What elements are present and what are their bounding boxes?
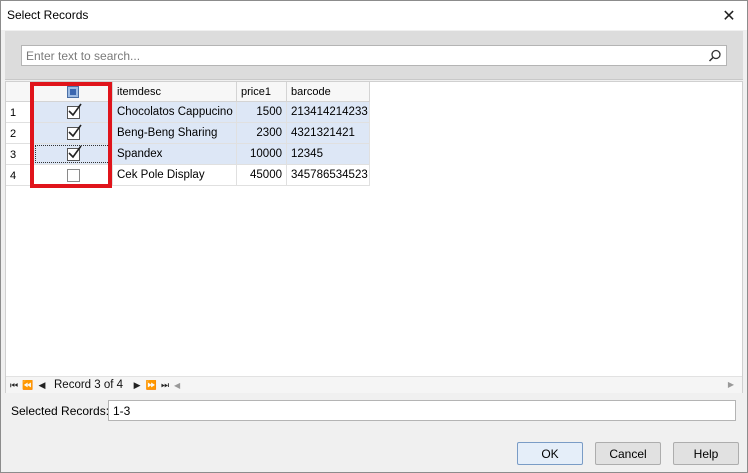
row-checkbox-cell[interactable] bbox=[34, 102, 113, 122]
row-checkbox[interactable] bbox=[66, 168, 80, 182]
row-checkbox-cell[interactable] bbox=[34, 144, 113, 164]
selected-records-field[interactable]: 1-3 bbox=[108, 400, 736, 421]
search-panel bbox=[5, 31, 743, 80]
records-grid: itemdesc price1 barcode 1 Chocolatos Cap… bbox=[5, 81, 743, 393]
record-position: Record 3 of 4 bbox=[54, 379, 124, 391]
window-title: Select Records bbox=[7, 8, 89, 22]
previous-record-icon[interactable]: ◀ bbox=[36, 380, 48, 391]
table-row[interactable]: 2 Beng-Beng Sharing 2300 4321321421 bbox=[6, 123, 370, 144]
first-record-icon[interactable]: ⏮ bbox=[8, 380, 20, 391]
select-all-header[interactable] bbox=[34, 82, 113, 102]
itemdesc-cell[interactable]: Chocolatos Cappucino bbox=[113, 102, 237, 122]
selected-records-label: Selected Records: bbox=[11, 404, 110, 418]
row-checkbox-cell[interactable] bbox=[34, 165, 113, 185]
barcode-cell[interactable]: 345786534523 bbox=[287, 165, 370, 185]
search-icon[interactable] bbox=[708, 49, 722, 63]
table-row[interactable]: 4 Cek Pole Display 45000 345786534523 bbox=[6, 165, 370, 186]
column-header-itemdesc[interactable]: itemdesc bbox=[113, 82, 237, 102]
checkmark-icon bbox=[67, 145, 82, 158]
barcode-cell[interactable]: 12345 bbox=[287, 144, 370, 164]
row-number: 2 bbox=[6, 123, 34, 143]
search-box bbox=[21, 45, 727, 66]
row-checkbox-cell[interactable] bbox=[34, 123, 113, 143]
help-button[interactable]: Help bbox=[673, 442, 739, 465]
price1-cell[interactable]: 2300 bbox=[237, 123, 287, 143]
grid-header: itemdesc price1 barcode bbox=[6, 82, 370, 102]
row-checkbox[interactable] bbox=[66, 124, 82, 140]
ok-button[interactable]: OK bbox=[517, 442, 583, 465]
price1-cell[interactable]: 10000 bbox=[237, 144, 287, 164]
close-icon[interactable]: ✕ bbox=[711, 1, 747, 30]
price1-cell[interactable]: 45000 bbox=[237, 165, 287, 185]
search-input[interactable] bbox=[22, 46, 702, 65]
table-row[interactable]: 3 Spandex 10000 12345 bbox=[6, 144, 370, 165]
itemdesc-cell[interactable]: Beng-Beng Sharing bbox=[113, 123, 237, 143]
price1-cell[interactable]: 1500 bbox=[237, 102, 287, 122]
grid-body: 1 Chocolatos Cappucino 1500 213414214233… bbox=[6, 102, 370, 186]
row-number: 4 bbox=[6, 165, 34, 185]
select-records-dialog: Select Records ✕ itemdesc price1 barcode… bbox=[0, 0, 748, 473]
column-header-barcode[interactable]: barcode bbox=[287, 82, 370, 102]
row-indicator-header bbox=[6, 82, 34, 102]
barcode-cell[interactable]: 213414214233 bbox=[287, 102, 370, 122]
select-all-checkbox[interactable] bbox=[67, 86, 79, 98]
column-header-price1[interactable]: price1 bbox=[237, 82, 287, 102]
cancel-button[interactable]: Cancel bbox=[595, 442, 661, 465]
checkmark-icon bbox=[67, 124, 82, 137]
checkmark-icon bbox=[67, 103, 82, 116]
record-navigator: ⏮ ⏪ ◀ Record 3 of 4 ▶ ⏩ ⏭ ◀ ▶ bbox=[6, 376, 742, 393]
next-page-icon[interactable]: ⏩ bbox=[145, 380, 157, 391]
next-record-icon[interactable]: ▶ bbox=[131, 380, 143, 391]
row-number: 3 bbox=[6, 144, 34, 164]
barcode-cell[interactable]: 4321321421 bbox=[287, 123, 370, 143]
row-checkbox[interactable] bbox=[66, 145, 82, 161]
itemdesc-cell[interactable]: Spandex bbox=[113, 144, 237, 164]
scroll-left-icon[interactable]: ◀ bbox=[171, 381, 183, 390]
row-checkbox[interactable] bbox=[66, 103, 82, 119]
row-number: 1 bbox=[6, 102, 34, 122]
title-bar: Select Records ✕ bbox=[1, 1, 747, 30]
scroll-right-icon[interactable]: ▶ bbox=[728, 380, 734, 389]
previous-page-icon[interactable]: ⏪ bbox=[22, 380, 34, 391]
table-row[interactable]: 1 Chocolatos Cappucino 1500 213414214233 bbox=[6, 102, 370, 123]
last-record-icon[interactable]: ⏭ bbox=[159, 380, 171, 391]
itemdesc-cell[interactable]: Cek Pole Display bbox=[113, 165, 237, 185]
